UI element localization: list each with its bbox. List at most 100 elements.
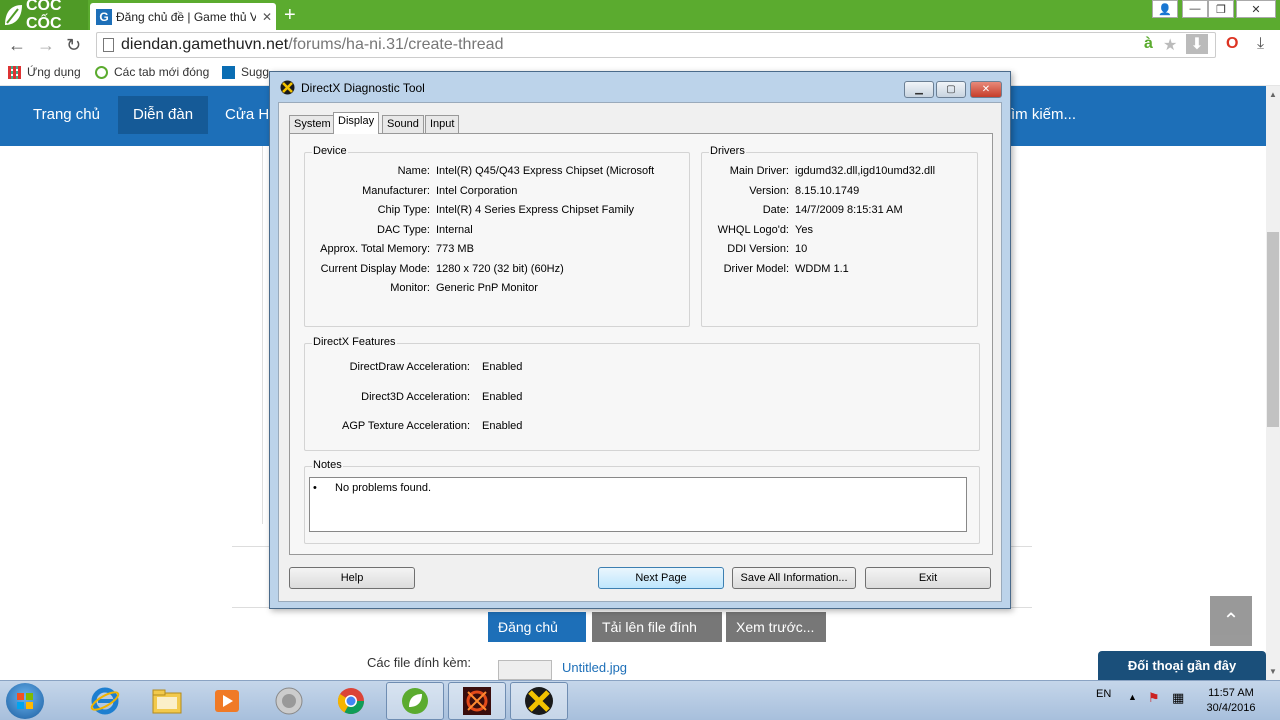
taskbar-dxdiag-icon[interactable] (510, 682, 568, 720)
tray-expand-icon[interactable]: ▲ (1128, 692, 1137, 702)
dialog-title: DirectX Diagnostic Tool (301, 80, 425, 95)
field-value: Enabled (482, 361, 523, 373)
opera-extension-icon[interactable]: O (1226, 35, 1238, 53)
attachment-file-link[interactable]: Untitled.jpg (562, 660, 627, 675)
scroll-down-icon[interactable]: ▼ (1269, 667, 1277, 676)
notes-text: No problems found. (335, 482, 431, 494)
taskbar-coccoc-icon[interactable] (386, 682, 444, 720)
exit-button[interactable]: Exit (865, 567, 991, 589)
field-label: Chip Type: (377, 204, 430, 216)
dialog-titlebar[interactable]: DirectX Diagnostic Tool (280, 80, 425, 95)
nav-home[interactable]: Trang chủ (18, 96, 115, 134)
taskbar-ie-icon[interactable] (76, 682, 134, 720)
clock-date: 30/4/2016 (1206, 702, 1256, 714)
field-label: AGP Texture Acceleration: (342, 420, 470, 432)
reload-icon[interactable]: ↻ (66, 35, 81, 56)
minimize-icon[interactable]: — (1182, 0, 1208, 18)
dialog-maximize-icon[interactable]: ▢ (936, 81, 966, 98)
dialog-minimize-icon[interactable]: ▁ (904, 81, 934, 98)
upload-attachment-button[interactable]: Tải lên file đính kèm (592, 612, 722, 665)
device-group-label: Device (312, 145, 348, 157)
coccoc-logo[interactable]: CỐC CỐC (0, 0, 88, 32)
field-label: Direct3D Acceleration: (361, 391, 470, 403)
windows-taskbar (0, 680, 1280, 720)
taskbar-speaker-icon[interactable] (260, 682, 318, 720)
field-label: Manufacturer: (362, 185, 430, 197)
restore-icon[interactable]: ❐ (1208, 0, 1234, 18)
page-scrollbar[interactable]: ▲ ▼ (1266, 86, 1280, 680)
bookmark-recent-tabs[interactable]: Các tab mới đóng (95, 65, 209, 79)
bookmark-apps[interactable]: Ứng dụng (8, 65, 81, 79)
language-indicator[interactable]: EN (1096, 688, 1111, 700)
taskbar-chrome-icon[interactable] (322, 682, 380, 720)
field-value: Intel Corporation (436, 185, 518, 197)
save-all-information-button[interactable]: Save All Information... (732, 567, 856, 589)
tray-flag-icon[interactable]: ⚑ (1148, 690, 1160, 706)
display-tab-panel: Device Name: Intel(R) Q45/Q43 Express Chi… (289, 133, 993, 555)
field-label: Name: (397, 165, 430, 177)
bookmark-label: Sugg (241, 65, 270, 79)
directx-features-group: DirectX Features DirectDraw Acceleration… (304, 336, 980, 451)
field-label: Current Display Mode: (320, 263, 430, 275)
taskbar-media-player-icon[interactable] (198, 682, 256, 720)
scrollbar-thumb[interactable] (1267, 232, 1279, 427)
tab-input[interactable]: Input (425, 115, 460, 133)
scroll-up-icon[interactable]: ▲ (1269, 90, 1277, 99)
field-value: 14/7/2009 8:15:31 AM (795, 204, 903, 216)
field-value: Internal (436, 224, 473, 236)
taskbar-clock[interactable]: 11:57 AM 30/4/2016 (1196, 686, 1266, 716)
dialog-close-icon[interactable]: ✕ (970, 81, 1002, 98)
bookmark-star-icon[interactable]: ★ (1163, 35, 1177, 55)
download-arrow-icon[interactable]: ⬇ (1186, 34, 1208, 54)
coccoc-extension-icon[interactable]: à (1144, 35, 1153, 53)
browser-tab-bar: CỐC CỐC G Đăng chủ đề | Game thủ V ✕ + 👤… (0, 0, 1280, 32)
url-host: diendan.gamethuvn.net (121, 36, 289, 53)
tab-display[interactable]: Display (333, 112, 380, 134)
help-button[interactable]: Help (289, 567, 415, 589)
close-window-icon[interactable]: ✕ (1236, 0, 1276, 18)
taskbar-game-icon[interactable] (448, 682, 506, 720)
address-bar[interactable]: diendan.gamethuvn.net/forums/ha-ni.31/cr… (96, 32, 1216, 58)
field-value: 10 (795, 243, 808, 255)
bing-icon (222, 65, 235, 79)
next-page-button[interactable]: Next Page (598, 567, 724, 589)
recent-chat-bar[interactable]: Đối thoại gần đây (1098, 651, 1266, 680)
drivers-group: Drivers Main Driver: igdumd32.dll,igd10um… (701, 145, 978, 327)
tab-close-icon[interactable]: ✕ (262, 10, 272, 24)
field-label: Version: (749, 185, 789, 197)
directx-icon (280, 80, 295, 95)
field-value: 8.15.10.1749 (795, 185, 860, 197)
taskbar-explorer-icon[interactable] (138, 682, 196, 720)
attachments-label: Các file đính kèm: (367, 655, 472, 670)
notes-textbox[interactable]: • No problems found. (309, 477, 967, 532)
tray-network-icon[interactable]: ▦ (1172, 690, 1184, 706)
field-label: DirectDraw Acceleration: (349, 361, 470, 373)
bookmark-suggested[interactable]: Sugg (222, 65, 269, 79)
field-value: Yes (795, 224, 813, 236)
back-icon[interactable]: ← (8, 35, 26, 56)
tab-sound[interactable]: Sound (382, 115, 424, 133)
forward-icon[interactable]: → (37, 35, 55, 56)
field-label: Driver Model: (723, 263, 789, 275)
field-value: 773 MB (436, 243, 474, 255)
drivers-group-label: Drivers (709, 145, 746, 157)
browser-tab[interactable]: G Đăng chủ đề | Game thủ V ✕ (90, 3, 276, 30)
tab-system[interactable]: System (289, 115, 336, 133)
post-thread-button[interactable]: Đăng chủ đề (488, 612, 586, 665)
field-value: Intel(R) 4 Series Express Chipset Family (436, 204, 635, 216)
start-button[interactable] (6, 683, 44, 719)
editor-border (262, 146, 263, 524)
page-icon (103, 38, 114, 52)
device-group: Device Name: Intel(R) Q45/Q43 Express Chi… (304, 145, 690, 327)
windows-logo-icon (17, 693, 33, 709)
field-value: igdumd32.dll,igd10umd32.dll (795, 165, 936, 177)
user-profile-icon[interactable]: 👤 (1152, 0, 1178, 18)
downloads-icon[interactable]: ⤓ (1257, 35, 1264, 53)
new-tab-icon[interactable]: + (284, 4, 296, 27)
preview-button[interactable]: Xem trước... (726, 612, 826, 642)
dxdiag-window: DirectX Diagnostic Tool ▁ ▢ ✕ System Dis… (269, 71, 1011, 609)
nav-forum[interactable]: Diễn đàn (118, 96, 209, 134)
attachment-thumbnail[interactable] (498, 660, 552, 680)
field-value: Enabled (482, 391, 523, 403)
back-to-top-icon[interactable]: ⌃ (1210, 596, 1252, 646)
